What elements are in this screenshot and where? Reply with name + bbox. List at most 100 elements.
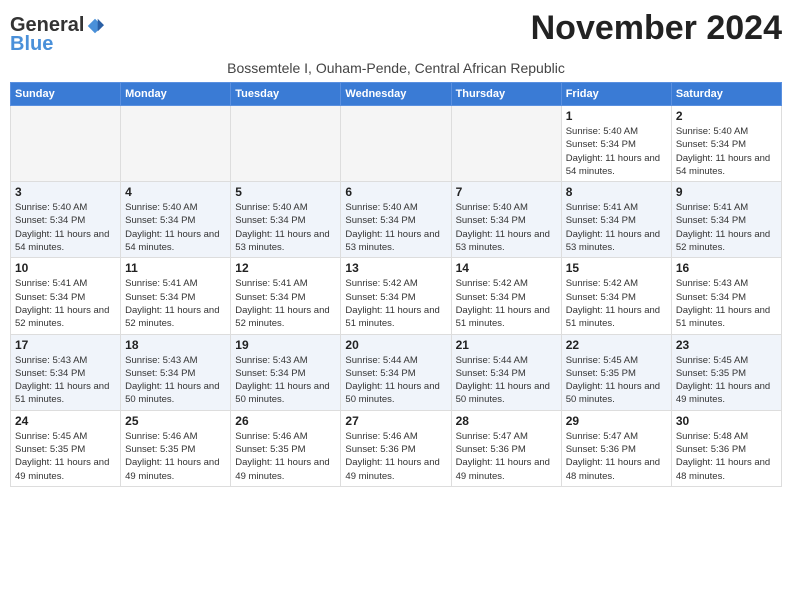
sunset: Sunset: 5:36 PM — [345, 444, 415, 455]
day-info: Sunrise: 5:41 AM Sunset: 5:34 PM Dayligh… — [125, 277, 226, 330]
day-info: Sunrise: 5:43 AM Sunset: 5:34 PM Dayligh… — [676, 277, 777, 330]
sunset: Sunset: 5:34 PM — [15, 292, 85, 303]
day-info: Sunrise: 5:45 AM Sunset: 5:35 PM Dayligh… — [676, 354, 777, 407]
calendar-cell: 30 Sunrise: 5:48 AM Sunset: 5:36 PM Dayl… — [671, 410, 781, 486]
day-info: Sunrise: 5:40 AM Sunset: 5:34 PM Dayligh… — [566, 125, 667, 178]
day-number: 3 — [15, 185, 116, 199]
calendar-cell: 27 Sunrise: 5:46 AM Sunset: 5:36 PM Dayl… — [341, 410, 451, 486]
day-info: Sunrise: 5:40 AM Sunset: 5:34 PM Dayligh… — [676, 125, 777, 178]
day-number: 20 — [345, 338, 446, 352]
sunrise: Sunrise: 5:42 AM — [456, 278, 528, 289]
daylight: Daylight: 11 hours and 50 minutes. — [125, 381, 219, 405]
sunrise: Sunrise: 5:43 AM — [235, 355, 307, 366]
daylight: Daylight: 11 hours and 54 minutes. — [566, 153, 660, 177]
day-info: Sunrise: 5:45 AM Sunset: 5:35 PM Dayligh… — [15, 430, 116, 483]
daylight: Daylight: 11 hours and 52 minutes. — [15, 305, 109, 329]
calendar-cell: 24 Sunrise: 5:45 AM Sunset: 5:35 PM Dayl… — [11, 410, 121, 486]
sunrise: Sunrise: 5:45 AM — [15, 431, 87, 442]
logo-blue: Blue — [10, 33, 53, 56]
calendar-cell: 2 Sunrise: 5:40 AM Sunset: 5:34 PM Dayli… — [671, 106, 781, 182]
daylight: Daylight: 11 hours and 52 minutes. — [125, 305, 219, 329]
calendar-cell: 15 Sunrise: 5:42 AM Sunset: 5:34 PM Dayl… — [561, 258, 671, 334]
daylight: Daylight: 11 hours and 54 minutes. — [125, 229, 219, 253]
sunrise: Sunrise: 5:45 AM — [676, 355, 748, 366]
day-number: 25 — [125, 414, 226, 428]
daylight: Daylight: 11 hours and 48 minutes. — [676, 457, 770, 481]
sunset: Sunset: 5:34 PM — [456, 368, 526, 379]
page-header: General Blue November 2024 — [10, 10, 782, 56]
day-info: Sunrise: 5:44 AM Sunset: 5:34 PM Dayligh… — [345, 354, 446, 407]
day-info: Sunrise: 5:43 AM Sunset: 5:34 PM Dayligh… — [235, 354, 336, 407]
sunrise: Sunrise: 5:47 AM — [566, 431, 638, 442]
sunrise: Sunrise: 5:41 AM — [566, 202, 638, 213]
day-number: 14 — [456, 261, 557, 275]
day-info: Sunrise: 5:41 AM Sunset: 5:34 PM Dayligh… — [235, 277, 336, 330]
calendar-cell: 16 Sunrise: 5:43 AM Sunset: 5:34 PM Dayl… — [671, 258, 781, 334]
day-number: 15 — [566, 261, 667, 275]
daylight: Daylight: 11 hours and 51 minutes. — [15, 381, 109, 405]
sunset: Sunset: 5:35 PM — [125, 444, 195, 455]
calendar-cell — [11, 106, 121, 182]
calendar-week-row: 24 Sunrise: 5:45 AM Sunset: 5:35 PM Dayl… — [11, 410, 782, 486]
day-number: 28 — [456, 414, 557, 428]
day-info: Sunrise: 5:46 AM Sunset: 5:35 PM Dayligh… — [235, 430, 336, 483]
calendar-cell: 5 Sunrise: 5:40 AM Sunset: 5:34 PM Dayli… — [231, 182, 341, 258]
daylight: Daylight: 11 hours and 49 minutes. — [676, 381, 770, 405]
daylight: Daylight: 11 hours and 53 minutes. — [345, 229, 439, 253]
day-number: 12 — [235, 261, 336, 275]
day-info: Sunrise: 5:42 AM Sunset: 5:34 PM Dayligh… — [566, 277, 667, 330]
daylight: Daylight: 11 hours and 49 minutes. — [235, 457, 329, 481]
day-info: Sunrise: 5:40 AM Sunset: 5:34 PM Dayligh… — [235, 201, 336, 254]
calendar-cell: 25 Sunrise: 5:46 AM Sunset: 5:35 PM Dayl… — [121, 410, 231, 486]
month-title: November 2024 — [531, 10, 782, 47]
sunset: Sunset: 5:34 PM — [15, 368, 85, 379]
sunrise: Sunrise: 5:40 AM — [15, 202, 87, 213]
daylight: Daylight: 11 hours and 50 minutes. — [345, 381, 439, 405]
sunset: Sunset: 5:36 PM — [456, 444, 526, 455]
sunrise: Sunrise: 5:40 AM — [456, 202, 528, 213]
calendar-cell: 11 Sunrise: 5:41 AM Sunset: 5:34 PM Dayl… — [121, 258, 231, 334]
day-number: 10 — [15, 261, 116, 275]
daylight: Daylight: 11 hours and 52 minutes. — [235, 305, 329, 329]
calendar-cell: 29 Sunrise: 5:47 AM Sunset: 5:36 PM Dayl… — [561, 410, 671, 486]
sunrise: Sunrise: 5:47 AM — [456, 431, 528, 442]
day-info: Sunrise: 5:40 AM Sunset: 5:34 PM Dayligh… — [15, 201, 116, 254]
calendar-header-wednesday: Wednesday — [341, 83, 451, 106]
sunset: Sunset: 5:34 PM — [235, 215, 305, 226]
calendar-week-row: 17 Sunrise: 5:43 AM Sunset: 5:34 PM Dayl… — [11, 334, 782, 410]
day-number: 6 — [345, 185, 446, 199]
day-info: Sunrise: 5:45 AM Sunset: 5:35 PM Dayligh… — [566, 354, 667, 407]
daylight: Daylight: 11 hours and 50 minutes. — [235, 381, 329, 405]
sunrise: Sunrise: 5:41 AM — [15, 278, 87, 289]
daylight: Daylight: 11 hours and 49 minutes. — [125, 457, 219, 481]
day-info: Sunrise: 5:41 AM Sunset: 5:34 PM Dayligh… — [676, 201, 777, 254]
daylight: Daylight: 11 hours and 54 minutes. — [15, 229, 109, 253]
sunrise: Sunrise: 5:43 AM — [15, 355, 87, 366]
calendar-cell: 17 Sunrise: 5:43 AM Sunset: 5:34 PM Dayl… — [11, 334, 121, 410]
day-number: 18 — [125, 338, 226, 352]
calendar-cell: 26 Sunrise: 5:46 AM Sunset: 5:35 PM Dayl… — [231, 410, 341, 486]
sunset: Sunset: 5:34 PM — [676, 139, 746, 150]
day-number: 11 — [125, 261, 226, 275]
day-number: 16 — [676, 261, 777, 275]
daylight: Daylight: 11 hours and 51 minutes. — [566, 305, 660, 329]
sunrise: Sunrise: 5:46 AM — [125, 431, 197, 442]
logo: General Blue — [10, 14, 104, 56]
sunrise: Sunrise: 5:41 AM — [235, 278, 307, 289]
day-info: Sunrise: 5:43 AM Sunset: 5:34 PM Dayligh… — [125, 354, 226, 407]
sunset: Sunset: 5:34 PM — [456, 292, 526, 303]
calendar-cell — [121, 106, 231, 182]
day-number: 22 — [566, 338, 667, 352]
sunset: Sunset: 5:34 PM — [676, 292, 746, 303]
sunset: Sunset: 5:34 PM — [345, 215, 415, 226]
day-info: Sunrise: 5:43 AM Sunset: 5:34 PM Dayligh… — [15, 354, 116, 407]
sunset: Sunset: 5:34 PM — [345, 368, 415, 379]
logo-icon — [86, 17, 104, 35]
sunset: Sunset: 5:34 PM — [15, 215, 85, 226]
day-number: 30 — [676, 414, 777, 428]
calendar-cell: 10 Sunrise: 5:41 AM Sunset: 5:34 PM Dayl… — [11, 258, 121, 334]
sunset: Sunset: 5:34 PM — [566, 139, 636, 150]
sunrise: Sunrise: 5:42 AM — [345, 278, 417, 289]
day-info: Sunrise: 5:41 AM Sunset: 5:34 PM Dayligh… — [566, 201, 667, 254]
sunset: Sunset: 5:34 PM — [125, 368, 195, 379]
